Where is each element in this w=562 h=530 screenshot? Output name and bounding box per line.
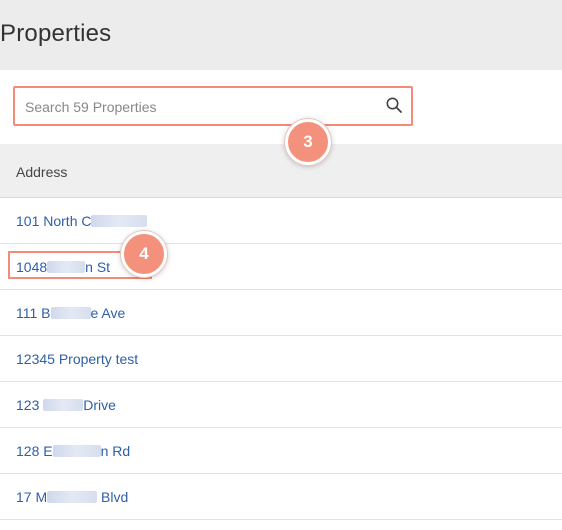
step-4-callout-badge: 4 (121, 231, 167, 277)
table-row: 101 North C (0, 198, 562, 244)
address-text: 123 (16, 397, 44, 413)
property-address-link[interactable]: 101 North C (16, 213, 148, 229)
address-text: 128 E (16, 443, 53, 459)
search-box (13, 86, 413, 126)
property-address-link[interactable]: 12345 Property test (16, 351, 138, 367)
address-text: n Rd (100, 443, 131, 459)
address-text: 12345 Property test (16, 351, 139, 367)
address-text: Blvd (97, 489, 129, 505)
table-row: 1048 n St (0, 244, 562, 290)
property-address-link[interactable]: 123 Drive (16, 397, 116, 413)
redacted-text (91, 215, 148, 227)
table-row: 123 Drive (0, 382, 562, 428)
property-address-link[interactable]: 128 E n Rd (16, 443, 130, 459)
step-3-callout-badge: 3 (285, 119, 331, 165)
search-input[interactable] (23, 88, 377, 126)
table-row: 17 M Blvd (0, 474, 562, 520)
column-header-address[interactable]: Address (0, 144, 562, 198)
page-title: Properties (0, 20, 112, 47)
address-text: 111 B (16, 305, 51, 321)
property-address-link[interactable]: 17 M Blvd (16, 489, 128, 505)
redacted-text (43, 399, 84, 411)
redacted-text (52, 445, 101, 457)
address-text: 17 M (16, 489, 48, 505)
redacted-text (50, 307, 91, 319)
property-address-link[interactable]: 111 B e Ave (16, 305, 125, 321)
table-row: 111 B e Ave (0, 290, 562, 336)
table-row: 12345 Property test (0, 336, 562, 382)
address-text: 101 North C (16, 213, 92, 229)
search-icon[interactable] (385, 96, 403, 114)
redacted-text (47, 491, 98, 503)
column-header-label: Address (16, 164, 68, 180)
table-row: 128 E n Rd (0, 428, 562, 474)
properties-panel: Address 101 North C 1048n St 111 B e Ave … (0, 70, 562, 530)
property-list: 101 North C 1048 n St 111 B e Ave 12345 Pr… (0, 198, 562, 520)
address-text: e Ave (90, 305, 126, 321)
address-text: Drive (83, 397, 116, 413)
